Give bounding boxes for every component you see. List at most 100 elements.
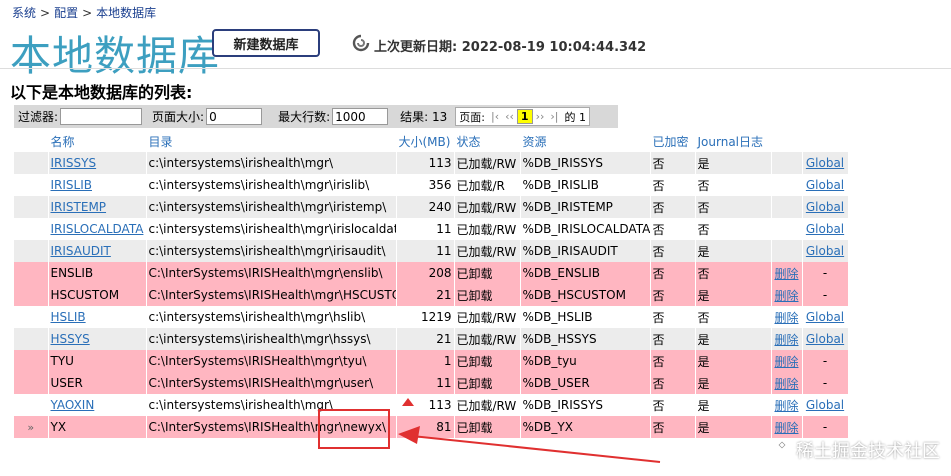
- highlight-box: [318, 409, 390, 449]
- db-size-cell: 113: [396, 152, 455, 174]
- col-header-journal[interactable]: Journal日志: [695, 130, 772, 152]
- global-link[interactable]: Global: [806, 310, 844, 324]
- max-rows-input[interactable]: [332, 108, 389, 125]
- database-table: 名称 目录 大小(MB) 状态 资源 已加密 Journal日志 IRISSYS…: [14, 130, 849, 438]
- db-name[interactable]: IRISTEMP: [51, 200, 107, 214]
- db-resource-cell: %DB_HSSYS: [520, 328, 651, 350]
- db-journal: 否: [697, 222, 710, 237]
- filter-input[interactable]: [60, 108, 143, 125]
- pager-current-page[interactable]: 1: [516, 109, 533, 124]
- table-row: IRISTEMP c:\intersystems\irishealth\mgr\i…: [14, 196, 849, 218]
- table-row: IRISAUDIT c:\intersystems\irishealth\mgr\…: [14, 240, 849, 262]
- global-link[interactable]: Global: [806, 178, 844, 192]
- breadcrumb-local-db[interactable]: 本地数据库: [96, 6, 156, 20]
- delete-link[interactable]: 删除: [774, 311, 798, 325]
- db-name-cell: HSSYS: [48, 328, 147, 350]
- delete-link[interactable]: 删除: [774, 399, 798, 413]
- page-title: 本地数据库: [10, 32, 220, 80]
- db-resource-cell: %DB_IRISSYS: [520, 152, 651, 174]
- db-name-cell: USER: [48, 372, 147, 394]
- db-encrypted-cell: 否: [650, 372, 696, 394]
- table-row: USER C:\InterSystems\IRISHealth\mgr\user\…: [14, 372, 849, 394]
- delete-link[interactable]: 删除: [774, 377, 798, 391]
- col-header-resource[interactable]: 资源: [520, 130, 651, 152]
- delete-link-cell: 删除: [771, 372, 803, 394]
- db-encrypted: 否: [652, 266, 665, 281]
- table-row: HSCUSTOM C:\InterSystems\IRISHealth\mgr\H…: [14, 284, 849, 306]
- pager-first-button[interactable]: |‹: [488, 110, 502, 123]
- db-journal-cell: 是: [695, 394, 772, 416]
- breadcrumb-config[interactable]: 配置: [54, 6, 78, 20]
- db-name[interactable]: YAOXIN: [51, 398, 95, 412]
- db-directory-cell: C:\InterSystems\IRISHealth\mgr\HSCUSTOM\: [146, 284, 397, 306]
- global-link[interactable]: Global: [806, 244, 844, 258]
- db-name[interactable]: IRISAUDIT: [51, 244, 111, 258]
- global-link[interactable]: Global: [806, 222, 844, 236]
- row-current-marker-cell: »: [14, 416, 49, 438]
- db-size: 240: [428, 200, 452, 214]
- col-header-encrypted[interactable]: 已加密: [650, 130, 696, 152]
- db-status: 已加载/RW: [456, 398, 517, 413]
- db-encrypted-cell: 否: [650, 416, 696, 438]
- db-journal: 是: [697, 376, 710, 391]
- delete-link[interactable]: 删除: [774, 355, 798, 369]
- pager-last-button[interactable]: ›|: [547, 110, 561, 123]
- db-encrypted: 否: [652, 244, 665, 259]
- delete-link[interactable]: 删除: [774, 289, 798, 303]
- db-directory: c:\intersystems\irishealth\mgr\irislocal…: [148, 222, 396, 236]
- col-header-delete: [771, 130, 803, 152]
- db-name[interactable]: IRISLIB: [51, 178, 93, 192]
- global-link-cell: -: [802, 284, 849, 306]
- db-directory: C:\InterSystems\IRISHealth\mgr\tyu\: [148, 354, 367, 368]
- db-status-cell: 已加载/RW: [454, 306, 521, 328]
- global-link[interactable]: Global: [806, 200, 844, 214]
- db-resource: %DB_YX: [522, 420, 573, 434]
- annotation-arrow-line: [411, 435, 661, 463]
- breadcrumb-system[interactable]: 系统: [12, 6, 36, 20]
- db-directory: c:\intersystems\irishealth\mgr\hslib\: [148, 310, 366, 324]
- db-status-cell: 已加载/RW: [454, 394, 521, 416]
- global-link-cell: -: [802, 262, 849, 284]
- db-journal: 是: [697, 354, 710, 369]
- db-encrypted-cell: 否: [650, 196, 696, 218]
- delete-link[interactable]: 删除: [774, 421, 798, 435]
- results-count: 结果: 13: [400, 110, 448, 124]
- max-rows-label: 最大行数:: [278, 110, 331, 124]
- db-journal-cell: 否: [695, 306, 772, 328]
- col-header-size[interactable]: 大小(MB): [396, 130, 455, 152]
- db-name: TYU: [50, 354, 74, 368]
- db-name[interactable]: HSLIB: [51, 310, 86, 324]
- db-name[interactable]: IRISLOCALDATA: [51, 222, 144, 236]
- table-row: » YX C:\InterSystems\IRISHealth\mgr\newyx\…: [14, 416, 849, 438]
- refresh-icon[interactable]: [352, 34, 370, 52]
- db-encrypted: 否: [652, 178, 665, 193]
- new-database-button[interactable]: 新建数据库: [212, 29, 320, 57]
- db-journal: 是: [697, 156, 710, 171]
- global-link[interactable]: Global: [806, 398, 844, 412]
- page-size-input[interactable]: [206, 108, 263, 125]
- delete-link-cell: [771, 174, 803, 196]
- breadcrumb-sep: >: [40, 6, 51, 20]
- col-header-directory[interactable]: 目录: [146, 130, 397, 152]
- pager-prev-button[interactable]: ‹‹: [502, 110, 517, 123]
- breadcrumb-sep: >: [82, 6, 93, 20]
- db-name[interactable]: IRISSYS: [51, 156, 97, 170]
- col-header-name[interactable]: 名称: [48, 130, 147, 152]
- global-link[interactable]: Global: [806, 332, 844, 346]
- db-resource-cell: %DB_ENSLIB: [520, 262, 651, 284]
- delete-link[interactable]: 删除: [774, 333, 798, 347]
- db-name[interactable]: HSSYS: [51, 332, 90, 346]
- db-encrypted: 否: [652, 156, 665, 171]
- pager-next-button[interactable]: ››: [533, 110, 548, 123]
- db-name-cell: HSCUSTOM: [48, 284, 147, 306]
- col-header-status[interactable]: 状态: [454, 130, 521, 152]
- db-encrypted: 否: [652, 222, 665, 237]
- delete-link-cell: 删除: [771, 284, 803, 306]
- db-encrypted-cell: 否: [650, 152, 696, 174]
- db-size-cell: 21: [396, 284, 455, 306]
- global-link-cell: -: [802, 416, 849, 438]
- global-link[interactable]: Global: [806, 156, 844, 170]
- delete-link-cell: [771, 152, 803, 174]
- db-size-cell: 356: [396, 174, 455, 196]
- delete-link[interactable]: 删除: [774, 267, 798, 281]
